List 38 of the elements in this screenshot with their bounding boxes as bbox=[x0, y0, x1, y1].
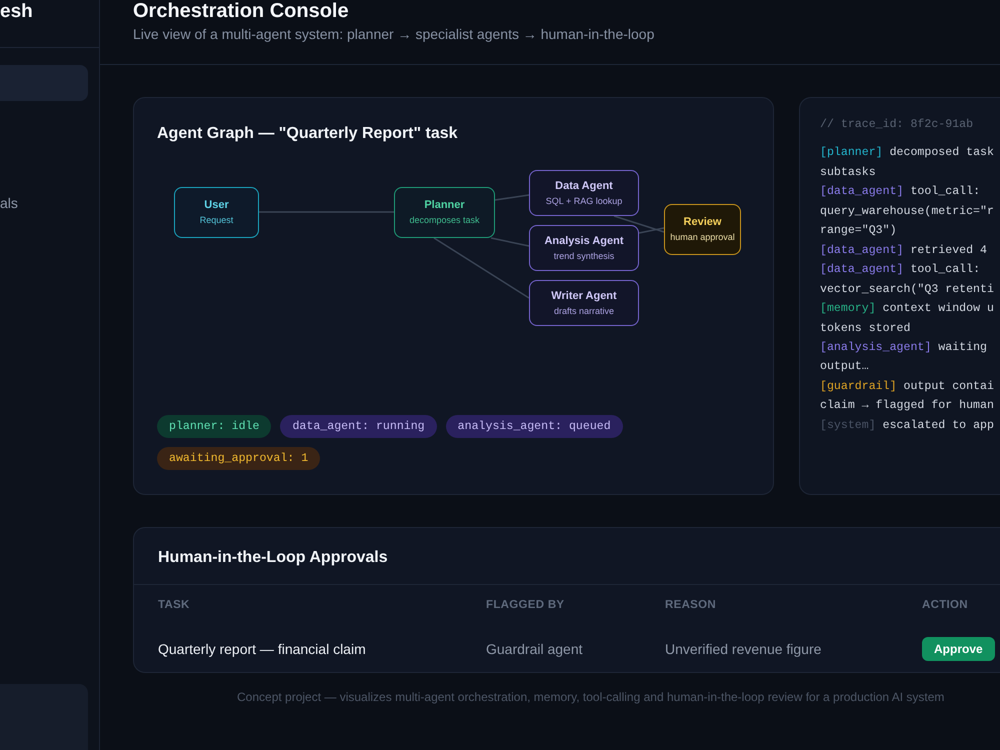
node-subtitle: human approval bbox=[670, 232, 735, 243]
table-cell: Quarterly report — financial claim bbox=[158, 640, 366, 656]
status-chip: awaiting_approval: 1 bbox=[157, 447, 320, 470]
approve-button[interactable]: Approve bbox=[922, 636, 995, 660]
column-header: ACTION bbox=[922, 599, 968, 611]
nav-item[interactable] bbox=[0, 65, 88, 101]
trace-comment: // trace_id: 8f2c-91ab bbox=[820, 117, 974, 133]
connector-line bbox=[494, 194, 530, 201]
status-chip: data_agent: running bbox=[280, 415, 437, 438]
node-title: Review bbox=[684, 216, 722, 229]
node-subtitle: SQL + RAG lookup bbox=[546, 196, 622, 206]
column-header: TASK bbox=[158, 599, 190, 611]
table-cell: Guardrail agent bbox=[486, 640, 583, 656]
page-title: Orchestration Console bbox=[133, 0, 349, 22]
card-title: Human-in-the-Loop Approvals bbox=[134, 528, 1000, 585]
node-title: Writer Agent bbox=[551, 290, 617, 302]
log-entry: [system] escalated to app bbox=[820, 418, 994, 434]
node-title: Data Agent bbox=[555, 180, 613, 192]
node-subtitle: drafts narrative bbox=[554, 306, 614, 316]
node-subtitle: decomposes task bbox=[409, 215, 480, 226]
log-entry: [analysis_agent] waiting output… bbox=[820, 340, 987, 376]
status-chip: analysis_agent: queued bbox=[446, 415, 623, 438]
brand-name: esh bbox=[0, 0, 33, 24]
page-subtitle: Live view of a multi-agent system: planner → specialist agents → human-in-the-loop bbox=[133, 25, 654, 44]
node-subtitle: trend synthesis bbox=[554, 250, 614, 262]
log-entry: [data_agent] retrieved 4 bbox=[820, 242, 987, 259]
node-title: User bbox=[204, 199, 229, 212]
column-header: REASON bbox=[665, 599, 716, 611]
node-title: Planner bbox=[424, 199, 465, 212]
table-cell: Unverified revenue figure bbox=[665, 640, 822, 656]
footer-note: Concept project — visualizes multi-agent orchestration, memory, tool-calling and human-in-the-loop review for a production AI system bbox=[237, 689, 944, 705]
status-chip: planner: idle bbox=[157, 415, 272, 438]
nav-item[interactable]: als bbox=[0, 185, 88, 221]
column-header: FLAGGED BY bbox=[486, 599, 564, 611]
node-subtitle: Request bbox=[200, 215, 234, 226]
card-title: Agent Graph — "Quarterly Report" task bbox=[157, 124, 458, 144]
log-entry: [data_agent] tool_call: query_warehouse(metric="r range="Q3") bbox=[820, 184, 994, 240]
node-title: Analysis Agent bbox=[544, 234, 624, 248]
